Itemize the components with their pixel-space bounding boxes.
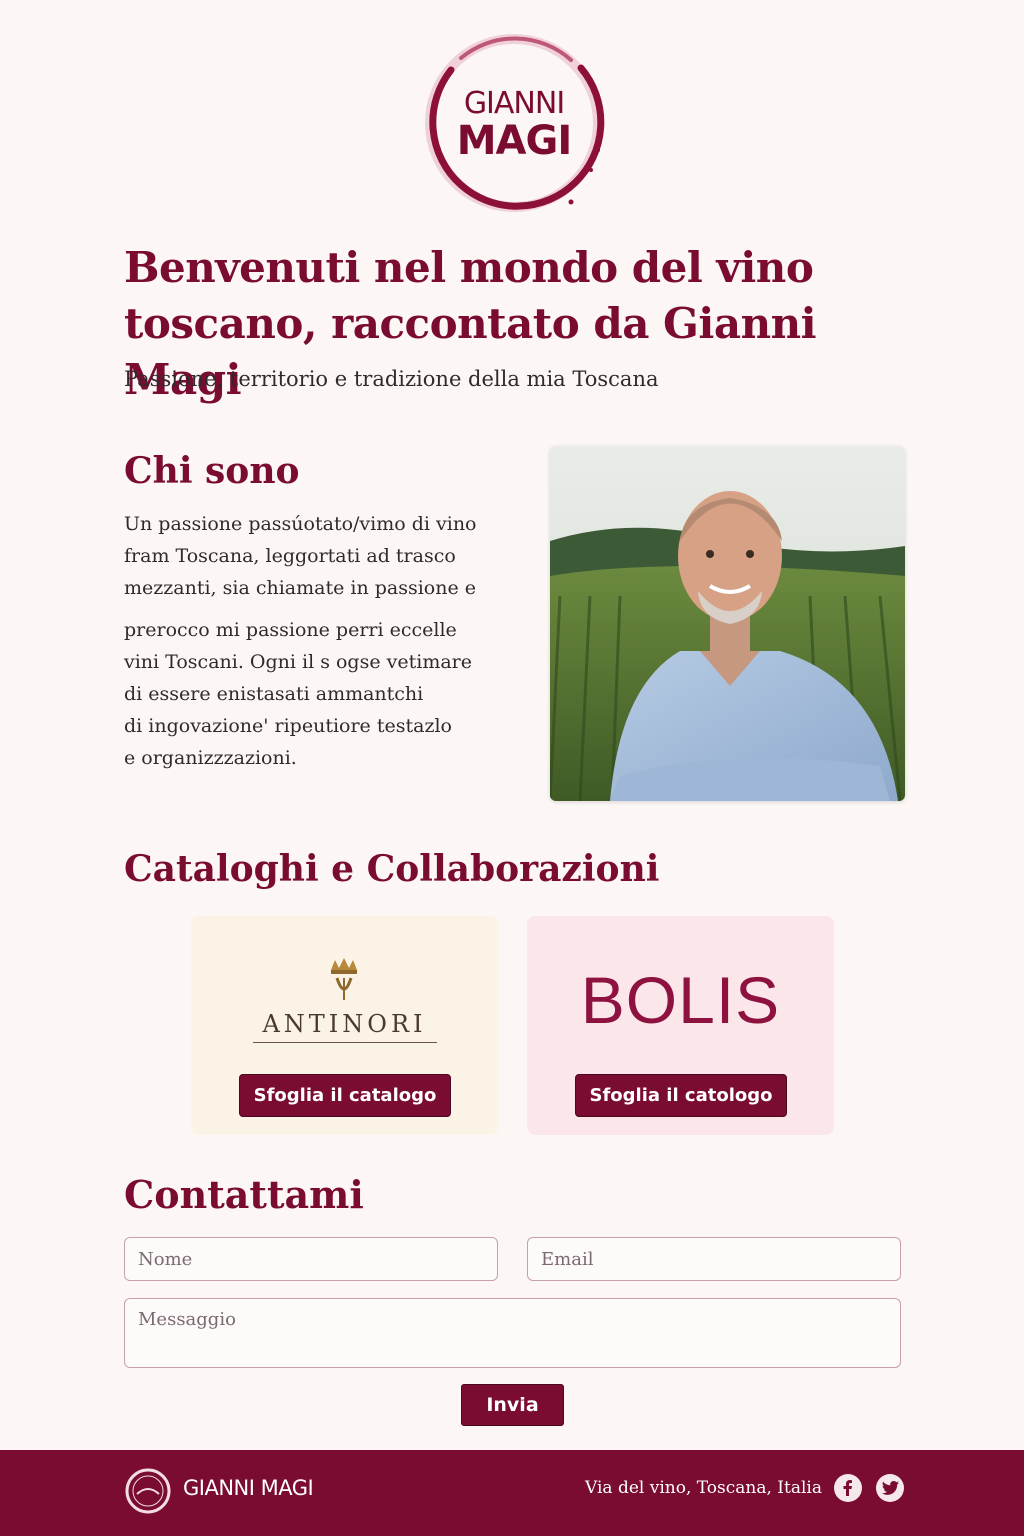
message-field[interactable] xyxy=(124,1298,901,1368)
bolis-brand: BOLIS xyxy=(580,963,781,1037)
hero-title-line-1: Benvenuti nel mondo del vino xyxy=(124,243,814,292)
about-line: di ingovazione' ripeutiore testazlo xyxy=(124,715,452,737)
browse-antinori-catalog-button[interactable]: Sfoglia il catalogo xyxy=(239,1074,451,1117)
footer-brand: GIANNI MAGI xyxy=(183,1476,314,1500)
about-line: Un passione passúotato/vimo di vino xyxy=(124,513,477,535)
contact-title: Contattami xyxy=(124,1172,364,1217)
about-line: e organizzzazioni. xyxy=(124,747,297,769)
about-line: vini Toscani. Ogni il s ogse vetimare xyxy=(124,651,472,673)
email-field[interactable] xyxy=(527,1237,901,1281)
name-field[interactable] xyxy=(124,1237,498,1281)
hero-subtitle: Passione, territorio e tradizione della … xyxy=(124,367,659,391)
divider xyxy=(253,1042,437,1043)
footer-logo-icon[interactable] xyxy=(123,1466,173,1516)
catalog-card-antinori: ANTINORI Sfoglia il catalogo xyxy=(191,916,498,1135)
about-line: prerocco mi passione perri eccelle xyxy=(124,619,457,641)
antinori-crest-icon xyxy=(331,958,357,1000)
browse-bolis-catalog-button[interactable]: Sfoglia il catologo xyxy=(575,1074,787,1117)
about-line: fram Toscana, leggortati ad trasco xyxy=(124,545,456,567)
about-line: mezzanti, sia chiamate in passione e xyxy=(124,577,477,599)
send-button[interactable]: Invia xyxy=(461,1384,564,1426)
logo-first-name: GIANNI xyxy=(463,86,565,121)
antinori-brand: ANTINORI xyxy=(262,1010,427,1038)
facebook-icon[interactable] xyxy=(834,1474,862,1502)
footer-address: Via del vino, Toscana, Italia xyxy=(585,1478,822,1498)
catalog-card-bolis: BOLIS Sfoglia il catologo xyxy=(527,916,834,1135)
twitter-icon[interactable] xyxy=(876,1474,904,1502)
logo-last-name: MAGI xyxy=(456,118,572,164)
about-line: di essere enistasati ammantchi xyxy=(124,683,424,705)
about-title: Chi sono xyxy=(124,450,300,492)
footer: GIANNI MAGI Via del vino, Toscana, Itali… xyxy=(0,1450,1024,1536)
about-text: Un passione passúotato/vimo di vino fram… xyxy=(124,508,524,774)
site-logo[interactable]: GIANNI MAGI xyxy=(421,30,607,216)
portrait-photo xyxy=(550,446,905,801)
catalogs-title: Cataloghi e Collaborazioni xyxy=(124,848,660,890)
